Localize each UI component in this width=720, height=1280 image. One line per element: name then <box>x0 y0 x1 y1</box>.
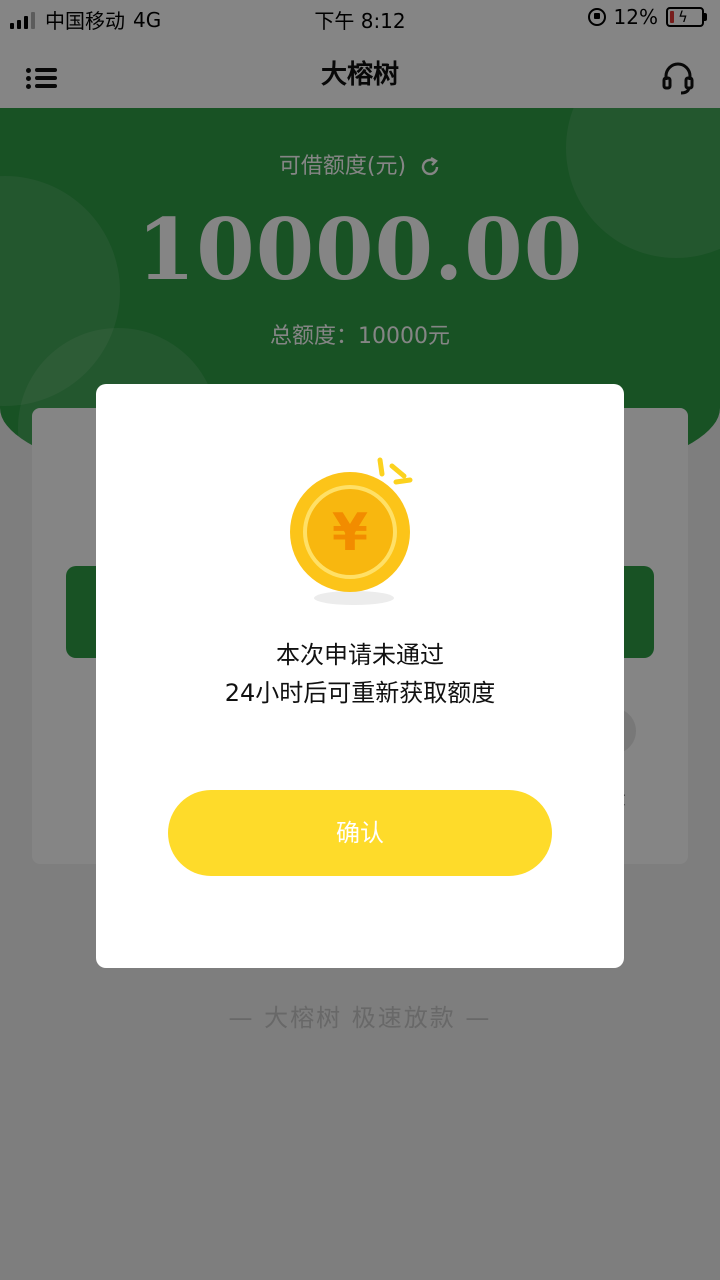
rejection-dialog: ¥ 本次申请未通过 24小时后可重新获取额度 确认 <box>96 384 624 968</box>
dialog-message: 本次申请未通过 24小时后可重新获取额度 <box>96 636 624 712</box>
dialog-line-1: 本次申请未通过 <box>276 641 444 669</box>
confirm-button[interactable]: 确认 <box>168 790 552 876</box>
dialog-line-2: 24小时后可重新获取额度 <box>224 679 496 707</box>
svg-text:¥: ¥ <box>332 503 368 563</box>
yuan-coin-icon: ¥ <box>290 457 413 605</box>
